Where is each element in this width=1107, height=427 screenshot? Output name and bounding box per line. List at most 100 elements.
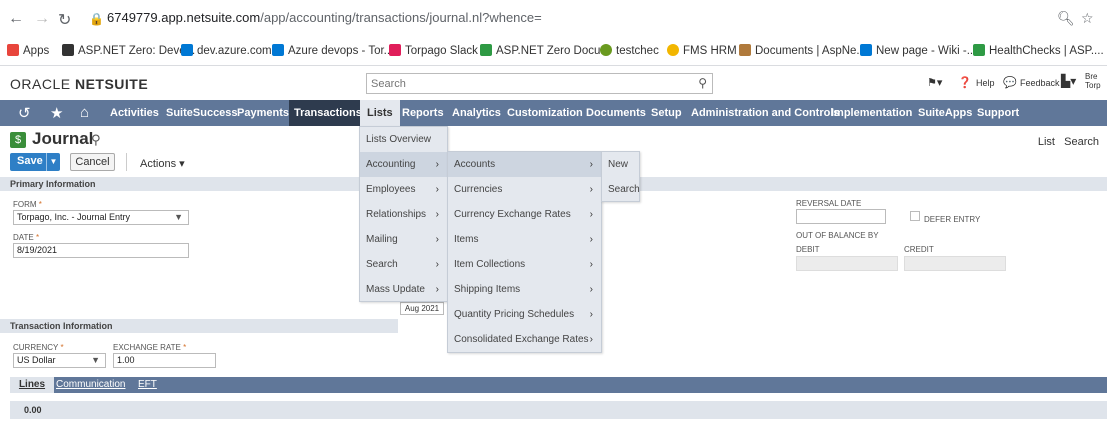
tab-eft[interactable]: EFT (138, 379, 157, 390)
home-icon[interactable]: ⌂ (80, 104, 89, 121)
apps-icon (7, 44, 19, 56)
menu-payments[interactable]: Payments (231, 100, 295, 126)
date-label: DATE * (13, 233, 40, 242)
record-search-icon[interactable]: ⚲ (91, 132, 101, 148)
menu-item-shipping-items[interactable]: Shipping Items › (448, 277, 601, 302)
bookmark-item[interactable]: FMS HRM (667, 44, 737, 57)
url-bar[interactable]: 6749779.app.netsuite.com/app/accounting/… (107, 10, 542, 25)
menu-documents[interactable]: Documents (580, 100, 652, 126)
menu-item-accounting[interactable]: Accounting › (360, 152, 447, 177)
main-menubar: ↺ ★ ⌂ Activities SuiteSuccess Payments T… (0, 100, 1107, 126)
menu-reports[interactable]: Reports (396, 100, 450, 126)
recent-icon[interactable]: ↺ (18, 104, 31, 122)
menu-item-relationships[interactable]: Relationships › (360, 202, 447, 227)
slack-icon (389, 44, 401, 56)
menu-implementation[interactable]: Implementation (825, 100, 918, 126)
menu-item-search[interactable]: Search › (360, 252, 447, 277)
bookmark-item[interactable]: Documents | AspNe... (739, 44, 866, 57)
menu-item-new[interactable]: New (602, 152, 639, 177)
chevron-right-icon: › (589, 334, 593, 345)
menu-activities[interactable]: Activities (104, 100, 165, 126)
menu-support[interactable]: Support (971, 100, 1025, 126)
bookmark-item[interactable]: New page - Wiki -... (860, 44, 976, 57)
bookmark-item[interactable]: dev.azure.com (181, 44, 272, 57)
credit-field (904, 256, 1006, 271)
date-field[interactable]: 8/19/2021 (13, 243, 189, 258)
bookmark-item[interactable]: Torpago Slack (389, 44, 478, 57)
chevron-right-icon: › (589, 159, 593, 170)
chevron-down-icon: ▼ (174, 212, 183, 222)
menu-item-item-collections[interactable]: Item Collections › (448, 252, 601, 277)
menu-item-currency-exchange-rates[interactable]: Currency Exchange Rates › (448, 202, 601, 227)
menu-lists[interactable]: Lists (360, 100, 400, 126)
search-link[interactable]: Search (1064, 136, 1099, 148)
bookmark-item[interactable]: testchec (600, 44, 659, 57)
recent-records-icon[interactable]: ⚑▾ (927, 76, 942, 89)
chevron-right-icon: › (435, 234, 439, 245)
help-link[interactable]: Help (976, 78, 995, 88)
feedback-link[interactable]: Feedback (1020, 78, 1060, 88)
menu-item-accounts[interactable]: Accounts › (448, 152, 601, 177)
search-icon[interactable]: ⚲ (698, 76, 707, 90)
user-company[interactable]: Torp (1085, 81, 1101, 90)
bookmark-item[interactable]: HealthChecks | ASP.... (973, 44, 1104, 57)
reversal-date-field[interactable] (796, 209, 886, 224)
menu-customization[interactable]: Customization (501, 100, 589, 126)
chevron-right-icon: › (589, 209, 593, 220)
menu-item-items[interactable]: Items › (448, 227, 601, 252)
chevron-right-icon: › (589, 184, 593, 195)
defer-entry-checkbox[interactable] (910, 211, 920, 221)
save-label: Save (17, 155, 43, 167)
exchange-rate-field[interactable]: 1.00 (113, 353, 216, 368)
bookmark-item[interactable]: ASP.NET Zero Docu... (480, 44, 610, 57)
menu-transactions[interactable]: Transactions (289, 100, 367, 126)
search-input[interactable] (367, 74, 687, 93)
form-select[interactable]: Torpago, Inc. - Journal Entry ▼ (13, 210, 189, 225)
menu-item-consolidated-exchange-rates[interactable]: Consolidated Exchange Rates › (448, 327, 601, 352)
out-of-balance-label: OUT OF BALANCE BY (796, 231, 879, 240)
reload-icon[interactable]: ↻ (58, 10, 71, 30)
form-label: FORM * (13, 200, 42, 209)
bookmark-item[interactable]: Apps (7, 44, 49, 57)
bookmark-item[interactable]: ASP.NET Zero: Deve... (62, 44, 195, 57)
lock-icon: 🔒 (89, 12, 104, 26)
menu-item-accounts-search[interactable]: Search (602, 177, 640, 202)
list-link[interactable]: List (1038, 136, 1055, 148)
defer-entry-label: DEFER ENTRY (924, 215, 981, 224)
menu-administration[interactable]: Administration and Controls (685, 100, 846, 126)
menu-item-quantity-pricing-schedules[interactable]: Quantity Pricing Schedules › (448, 302, 601, 327)
currency-select[interactable]: US Dollar ▼ (13, 353, 106, 368)
save-button[interactable]: Save ▼ (10, 153, 60, 171)
menu-analytics[interactable]: Analytics (446, 100, 507, 126)
bookmark-star-icon[interactable]: ☆ (1081, 10, 1094, 27)
menu-item-mass-update[interactable]: Mass Update › (360, 277, 447, 302)
chevron-right-icon: › (589, 259, 593, 270)
save-dropdown-icon[interactable]: ▼ (46, 153, 60, 171)
tab-lines[interactable]: Lines (10, 377, 54, 393)
calendar-month-chip[interactable]: Aug 2021 (400, 302, 444, 315)
feedback-icon[interactable]: 💬 (1003, 76, 1017, 89)
help-icon[interactable]: ❓ (958, 76, 972, 89)
zoom-icon[interactable]: 🔍︎ (1057, 10, 1075, 27)
netsuite-logo[interactable]: ORACLE NETSUITE (10, 76, 148, 92)
cancel-button[interactable]: Cancel (70, 153, 115, 171)
actions-button[interactable]: Actions ▾ (140, 157, 185, 170)
bookmark-icon (739, 44, 751, 56)
menu-suiteapps[interactable]: SuiteApps (912, 100, 978, 126)
menu-setup[interactable]: Setup (645, 100, 688, 126)
tab-communication[interactable]: Communication (56, 379, 125, 390)
lines-total: 0.00 (24, 405, 42, 415)
forward-icon[interactable]: → (34, 10, 50, 28)
user-role-icon[interactable]: ▙▾ (1061, 74, 1076, 88)
menu-item-currencies[interactable]: Currencies › (448, 177, 601, 202)
user-name[interactable]: Bre (1085, 72, 1097, 81)
bookmark-item[interactable]: Azure devops - Tor... (272, 44, 393, 57)
back-icon[interactable]: ← (8, 10, 24, 28)
menu-item-lists-overview[interactable]: Lists Overview (360, 127, 447, 152)
menu-item-mailing[interactable]: Mailing › (360, 227, 447, 252)
favorites-star-icon[interactable]: ★ (50, 104, 63, 122)
chevron-right-icon: › (589, 284, 593, 295)
global-search[interactable]: ⚲ (366, 73, 713, 94)
menu-item-employees[interactable]: Employees › (360, 177, 447, 202)
browser-toolbar: ← → ↻ 🔒 6749779.app.netsuite.com/app/acc… (0, 0, 1107, 38)
